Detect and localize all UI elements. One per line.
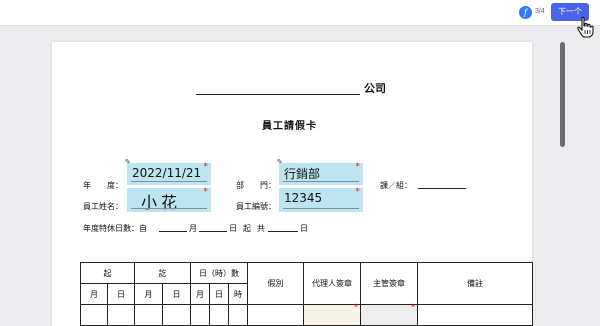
field-underline: [131, 208, 207, 209]
scrollbar-thumb[interactable]: [560, 42, 565, 147]
year-value: 2022/11/21: [132, 166, 202, 180]
required-marker: *: [203, 162, 209, 172]
remarks-header: 備註: [417, 262, 534, 305]
table-cell[interactable]: [134, 304, 163, 326]
duration-header: 日（時）數: [189, 262, 249, 284]
table-cell[interactable]: [190, 304, 210, 326]
table-row: * *: [80, 303, 534, 326]
duration-month-header: 月: [190, 283, 210, 305]
annual-day-start-line[interactable]: [199, 231, 227, 232]
year-field[interactable]: 2022/11/21 *: [127, 162, 211, 185]
required-marker: *: [203, 187, 209, 197]
employee-id-label: 員工編號：: [236, 202, 276, 211]
table-cell[interactable]: [162, 304, 191, 326]
page-counter: 3/4: [535, 8, 545, 15]
from-header: 起: [80, 262, 135, 284]
duration-day-header: 日: [209, 283, 229, 305]
user-avatar[interactable]: f: [519, 6, 532, 19]
annual-month-start-line[interactable]: [159, 231, 187, 232]
day-unit-end: 日: [300, 224, 308, 233]
table-cell[interactable]: [107, 304, 135, 326]
table-cell[interactable]: [80, 304, 108, 326]
annual-leave-label: 年度特休日數：自: [83, 224, 147, 233]
to-month-header: 月: [134, 283, 163, 305]
employee-id-field[interactable]: 12345 *: [279, 187, 363, 212]
top-toolbar: f 3/4 下一个: [0, 0, 600, 38]
year-label: 年 度：: [83, 181, 123, 190]
table-cell[interactable]: [417, 304, 534, 326]
field-underline: [131, 181, 207, 182]
company-name-line: [196, 94, 360, 95]
duration-hour-header: 時: [227, 283, 249, 305]
employee-name-label: 員工姓名：: [83, 202, 123, 211]
employee-name-signature: 小花: [141, 193, 182, 212]
field-underline: [283, 208, 359, 209]
department-label: 部 門：: [236, 181, 276, 190]
required-marker: *: [355, 187, 361, 197]
leave-table: 起 訖 日（時）數 假別 代理人簽章 主管簽章 備註 月 日 月 日 月 日 時…: [80, 262, 534, 326]
month-unit: 月: [189, 224, 197, 233]
department-value: 行銷部: [284, 167, 321, 181]
manager-signature-cell[interactable]: *: [360, 303, 419, 326]
hand-cursor-icon: [577, 16, 594, 38]
day-unit: 日: [229, 224, 237, 233]
required-marker: *: [354, 303, 359, 312]
section-label: 課／組：: [380, 181, 412, 190]
manager-sign-header: 主管簽章: [360, 262, 419, 305]
section-underline[interactable]: [418, 188, 466, 189]
required-marker: *: [411, 303, 416, 312]
table-header-row: 起 訖 日（時）數 假別 代理人簽章 主管簽章 備註: [80, 262, 534, 305]
agent-sign-header: 代理人簽章: [303, 262, 362, 305]
from-text: 起: [243, 224, 251, 233]
company-suffix: 公司: [364, 82, 386, 95]
table-cell[interactable]: [227, 304, 249, 326]
avatar-letter: f: [524, 8, 527, 17]
total-text: 共: [257, 224, 265, 233]
to-day-header: 日: [162, 283, 191, 305]
from-day-header: 日: [107, 283, 135, 305]
table-cell[interactable]: [209, 304, 229, 326]
to-header: 訖: [134, 262, 191, 284]
employee-name-field[interactable]: 小花 *: [127, 187, 211, 212]
form-title: 員工請假卡: [262, 121, 317, 132]
from-month-header: 月: [80, 283, 108, 305]
department-field[interactable]: 行銷部 *: [279, 162, 363, 185]
agent-signature-cell[interactable]: *: [303, 303, 362, 326]
leave-type-header: 假別: [247, 262, 305, 305]
required-marker: *: [355, 162, 361, 172]
annual-total-line[interactable]: [268, 231, 298, 232]
table-cell[interactable]: [247, 304, 305, 326]
employee-id-value: 12345: [284, 191, 323, 205]
field-underline: [283, 181, 359, 182]
